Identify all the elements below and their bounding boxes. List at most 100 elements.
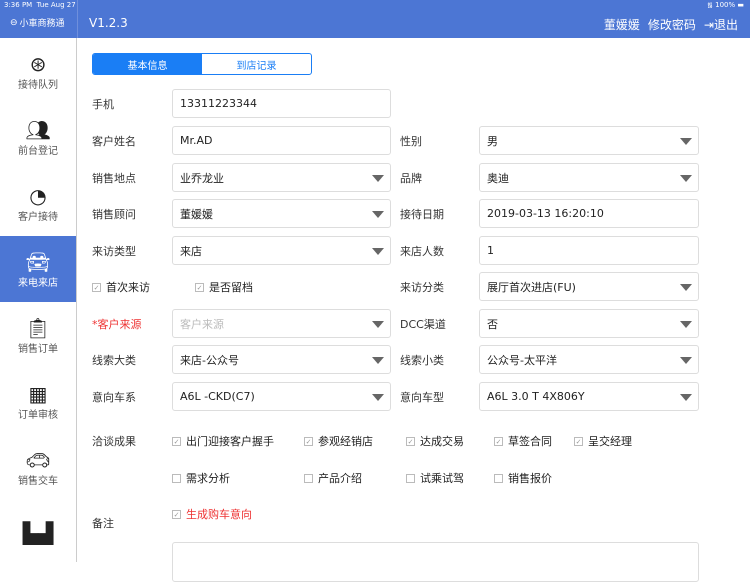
checkbox-checked-icon: ✓ <box>406 436 415 446</box>
sidebar-item-delivery[interactable]: 🚗︎ 销售交车 <box>0 434 76 500</box>
result-checkbox[interactable]: ✓ 草签合同 <box>494 433 552 449</box>
name-label: 客户姓名 <box>92 135 136 148</box>
lead-major-label: 线索大类 <box>92 354 136 367</box>
results-label: 洽谈成果 <box>92 435 136 448</box>
location-label: 销售地点 <box>92 172 136 185</box>
logout-icon: ⇥ <box>703 18 714 32</box>
checkbox-icon <box>406 473 415 483</box>
logout-button[interactable]: ⇥退出 <box>704 16 738 33</box>
pie-chart-icon: ◔ <box>29 183 47 208</box>
gender-select[interactable]: 男 <box>479 126 699 155</box>
source-label: *客户来源 <box>92 318 142 331</box>
steering-wheel-icon: ⊛ <box>29 51 47 76</box>
remark-textarea[interactable] <box>172 542 699 582</box>
status-time: 3:36 PM Tue Aug 27 <box>4 1 76 9</box>
gender-label: 性别 <box>400 135 422 148</box>
visitors-label: 来店人数 <box>400 245 444 258</box>
remark-label: 备注 <box>92 517 114 530</box>
first-visit-checkbox[interactable]: ✓ 首次来访 <box>92 279 150 295</box>
model-label: 意向车型 <box>400 391 444 404</box>
header-divider <box>77 0 78 38</box>
checkbox-checked-icon: ✓ <box>195 282 204 292</box>
result-checkbox[interactable]: ✓ 达成交易 <box>406 433 464 449</box>
user-name[interactable]: 董媛媛 <box>604 16 640 33</box>
sidebar-item-sales-order[interactable]: 📋︎ 销售订单 <box>0 302 76 368</box>
chevron-down-icon <box>680 284 692 291</box>
sidebar-item-calls-visits[interactable]: 🚘︎ 来电来店 <box>0 236 76 302</box>
car-delivery-icon: 🚗︎ <box>25 447 51 472</box>
checkbox-checked-icon: ✓ <box>304 436 313 446</box>
chevron-down-icon <box>680 175 692 182</box>
consultant-label: 销售顾问 <box>92 208 136 221</box>
date-label: 接待日期 <box>400 208 444 221</box>
checkbox-checked-icon: ✓ <box>172 436 181 446</box>
more-icon: ▙▟ <box>22 521 54 545</box>
visit-category-label: 来访分类 <box>400 281 444 294</box>
visit-type-label: 来访类型 <box>92 245 136 258</box>
lead-major-select[interactable]: 来店-公众号 <box>172 345 391 374</box>
sidebar-item-more[interactable]: ▙▟ <box>0 500 76 566</box>
car-icon: 🚘︎ <box>25 249 51 274</box>
date-input[interactable]: 2019-03-13 16:20:10 <box>479 199 699 228</box>
lead-minor-label: 线索小类 <box>400 354 444 367</box>
sidebar-item-front-desk[interactable]: 👥︎ 前台登记 <box>0 104 76 170</box>
chevron-down-icon <box>372 211 384 218</box>
sidebar-item-customer-reception[interactable]: ◔ 客户接待 <box>0 170 76 236</box>
chevron-down-icon <box>372 394 384 401</box>
name-input[interactable]: Mr.AD <box>172 126 391 155</box>
chevron-down-icon <box>680 394 692 401</box>
status-battery: ᯾ 100% ▬ <box>706 1 744 9</box>
result-checkbox[interactable]: 产品介绍 <box>304 470 362 486</box>
result-checkbox[interactable]: 试乘试驾 <box>406 470 464 486</box>
consultant-select[interactable]: 董媛媛 <box>172 199 391 228</box>
users-icon: 👥︎ <box>25 117 51 142</box>
lead-minor-select[interactable]: 公众号-太平洋 <box>479 345 699 374</box>
change-password-link[interactable]: 修改密码 <box>648 16 696 33</box>
purchase-intent-checkbox[interactable]: ✓ 生成购车意向 <box>172 506 252 522</box>
checkbox-checked-icon: ✓ <box>494 436 503 446</box>
model-select[interactable]: A6L 3.0 T 4X806Y <box>479 382 699 411</box>
sidebar-item-order-review[interactable]: ▦ 订单审核 <box>0 368 76 434</box>
app-logo: ⊖ 小車商務通 <box>10 17 65 30</box>
chevron-down-icon <box>680 138 692 145</box>
result-checkbox[interactable]: ✓ 呈交经理 <box>574 433 632 449</box>
series-select[interactable]: A6L -CKD(C7) <box>172 382 391 411</box>
phone-label: 手机 <box>92 98 114 111</box>
visit-type-select[interactable]: 来店 <box>172 236 391 265</box>
result-checkbox[interactable]: 销售报价 <box>494 470 552 486</box>
result-checkbox[interactable]: ✓ 出门迎接客户握手 <box>172 433 274 449</box>
checkbox-icon <box>494 473 503 483</box>
brand-label: 品牌 <box>400 172 422 185</box>
tab-basic-info[interactable]: 基本信息 <box>93 54 202 74</box>
phone-input[interactable]: 13311223344 <box>172 89 391 118</box>
location-select[interactable]: 业乔龙业 <box>172 163 391 192</box>
dcc-select[interactable]: 否 <box>479 309 699 338</box>
series-label: 意向车系 <box>92 391 136 404</box>
tab-bar: 基本信息 到店记录 <box>92 53 312 75</box>
chevron-down-icon <box>372 321 384 328</box>
visit-category-select[interactable]: 展厅首次进店(FU) <box>479 272 699 301</box>
calculator-icon: ▦ <box>28 381 48 406</box>
chevron-down-icon <box>680 321 692 328</box>
visitors-input[interactable]: 1 <box>479 236 699 265</box>
keep-record-checkbox[interactable]: ✓ 是否留档 <box>195 279 253 295</box>
result-checkbox[interactable]: 需求分析 <box>172 470 230 486</box>
sidebar: ⊛ 接待队列 👥︎ 前台登记 ◔ 客户接待 🚘︎ 来电来店 📋︎ 销售订单 ▦ 订单审核 🚗… <box>0 38 77 562</box>
chevron-down-icon <box>372 175 384 182</box>
tab-visit-records[interactable]: 到店记录 <box>202 54 311 74</box>
brand-select[interactable]: 奥迪 <box>479 163 699 192</box>
checkbox-icon <box>172 473 181 483</box>
chevron-down-icon <box>680 357 692 364</box>
chevron-down-icon <box>372 357 384 364</box>
clipboard-icon: 📋︎ <box>25 315 51 340</box>
top-bar: 3:36 PM Tue Aug 27 ᯾ 100% ▬ ⊖ 小車商務通 V1.2.… <box>0 0 750 38</box>
source-select[interactable]: 客户来源 <box>172 309 391 338</box>
checkbox-checked-icon: ✓ <box>92 282 101 292</box>
dcc-label: DCC渠道 <box>400 318 446 331</box>
sidebar-item-reception-queue[interactable]: ⊛ 接待队列 <box>0 38 76 104</box>
version: V1.2.3 <box>89 16 128 30</box>
chevron-down-icon <box>372 248 384 255</box>
checkbox-checked-icon: ✓ <box>574 436 583 446</box>
result-checkbox[interactable]: ✓ 参观经销店 <box>304 433 373 449</box>
checkbox-icon <box>304 473 313 483</box>
